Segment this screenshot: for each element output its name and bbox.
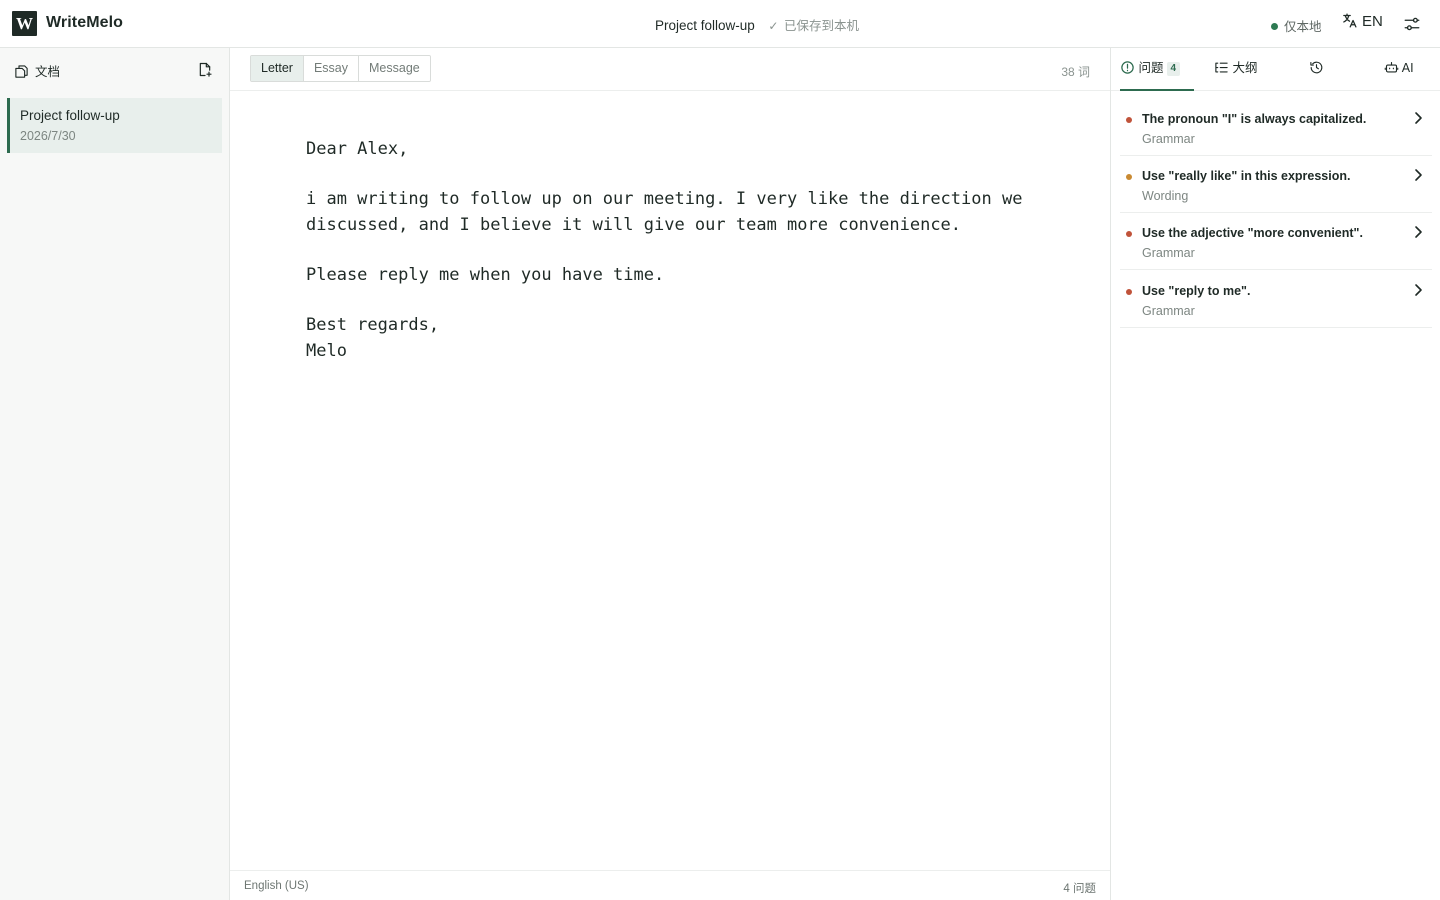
letter-paragraph-1[interactable]: i am writing to follow up on our meeting…	[306, 186, 1066, 238]
tab-issues[interactable]: 问题 4	[1120, 48, 1194, 91]
letter-greeting[interactable]: Dear Alex,	[306, 136, 1066, 162]
translate-icon	[1343, 13, 1357, 28]
letter-signature[interactable]: Melo	[306, 338, 1066, 364]
issue-category: Grammar	[1142, 304, 1195, 318]
local-only-indicator: 仅本地	[1271, 16, 1322, 35]
status-language[interactable]: English (US)	[244, 880, 309, 892]
type-message-button[interactable]: Message	[359, 56, 430, 81]
language-switcher[interactable]: EN	[1341, 12, 1383, 30]
local-only-label: 仅本地	[1284, 20, 1322, 34]
document-type-selector: Letter Essay Message	[250, 55, 431, 82]
documents-icon	[15, 65, 28, 78]
letter-paragraph-2[interactable]: Please reply me when you have time.	[306, 262, 1066, 288]
issue-title: Use "reply to me".	[1142, 284, 1251, 298]
issues-count-badge: 4	[1166, 62, 1181, 76]
issue-item[interactable]: Use "really like" in this expression. Wo…	[1120, 156, 1432, 213]
chevron-right-icon	[1415, 169, 1422, 181]
issue-item[interactable]: Use "reply to me". Grammar	[1120, 271, 1432, 328]
chevron-right-icon	[1415, 112, 1422, 124]
alert-circle-icon	[1121, 61, 1134, 74]
check-icon: ✓	[768, 19, 779, 33]
editor-toolbar: Letter Essay Message 38 词	[230, 48, 1110, 91]
status-bar: English (US) 4 问题	[230, 870, 1110, 900]
severity-dot-icon	[1126, 231, 1132, 237]
editor-area: Letter Essay Message 38 词 Dear Alex, i a…	[230, 48, 1110, 900]
issue-item[interactable]: The pronoun "I" is always capitalized. G…	[1120, 99, 1432, 156]
tab-outline[interactable]: 大纲	[1214, 48, 1258, 91]
save-status: 已保存到本机	[784, 19, 860, 33]
chevron-right-icon	[1415, 226, 1422, 238]
issue-title: The pronoun "I" is always capitalized.	[1142, 112, 1367, 126]
severity-dot-icon	[1126, 117, 1132, 123]
outline-list-icon	[1215, 62, 1228, 73]
new-document-icon[interactable]	[197, 61, 213, 78]
tab-ai[interactable]: AI	[1384, 48, 1414, 91]
document-list-item[interactable]: Project follow-up 2026/7/30	[7, 98, 222, 153]
letter-closing[interactable]: Best regards,	[306, 312, 1066, 338]
settings-sliders-icon[interactable]	[1403, 15, 1421, 33]
tab-ai-label: AI	[1401, 61, 1414, 75]
issue-category: Grammar	[1142, 132, 1195, 146]
status-issue-count: 4 问题	[1063, 883, 1096, 895]
tab-outline-label: 大纲	[1232, 61, 1258, 75]
type-essay-button[interactable]: Essay	[303, 56, 360, 81]
documents-title: 文档	[35, 65, 61, 79]
documents-header: 文档	[14, 61, 60, 80]
history-icon	[1310, 61, 1323, 74]
issue-category: Grammar	[1142, 246, 1195, 260]
document-item-title: Project follow-up	[20, 108, 120, 123]
document-title-area: Project follow-up ✓ 已保存到本机	[0, 15, 1440, 34]
document-item-date: 2026/7/30	[20, 129, 76, 143]
top-bar: W WriteMelo Project follow-up ✓ 已保存到本机 仅…	[0, 0, 1440, 48]
robot-icon	[1384, 61, 1399, 73]
status-dot-icon	[1271, 23, 1278, 30]
text-editor[interactable]: Dear Alex, i am writing to follow up on …	[306, 136, 1066, 364]
chevron-right-icon	[1415, 284, 1422, 296]
issue-title: Use "really like" in this expression.	[1142, 169, 1351, 183]
type-letter-button[interactable]: Letter	[251, 56, 304, 81]
documents-sidebar: 文档 Project follow-up 2026/7/30	[0, 48, 230, 900]
language-label: EN	[1362, 13, 1383, 30]
severity-dot-icon	[1126, 289, 1132, 295]
tab-issues-label: 问题	[1138, 61, 1164, 75]
issue-category: Wording	[1142, 189, 1189, 203]
word-count: 38 词	[1061, 65, 1090, 79]
panel-tabs: 问题 4 大纲 AI	[1111, 48, 1440, 91]
tab-history[interactable]	[1309, 48, 1324, 91]
issue-item[interactable]: Use the adjective "more convenient". Gra…	[1120, 213, 1432, 270]
document-title[interactable]: Project follow-up	[655, 18, 755, 33]
issue-title: Use the adjective "more convenient".	[1142, 226, 1363, 240]
severity-dot-icon	[1126, 174, 1132, 180]
issues-panel: 问题 4 大纲 AI The pronoun "I" is always capi…	[1110, 48, 1440, 900]
